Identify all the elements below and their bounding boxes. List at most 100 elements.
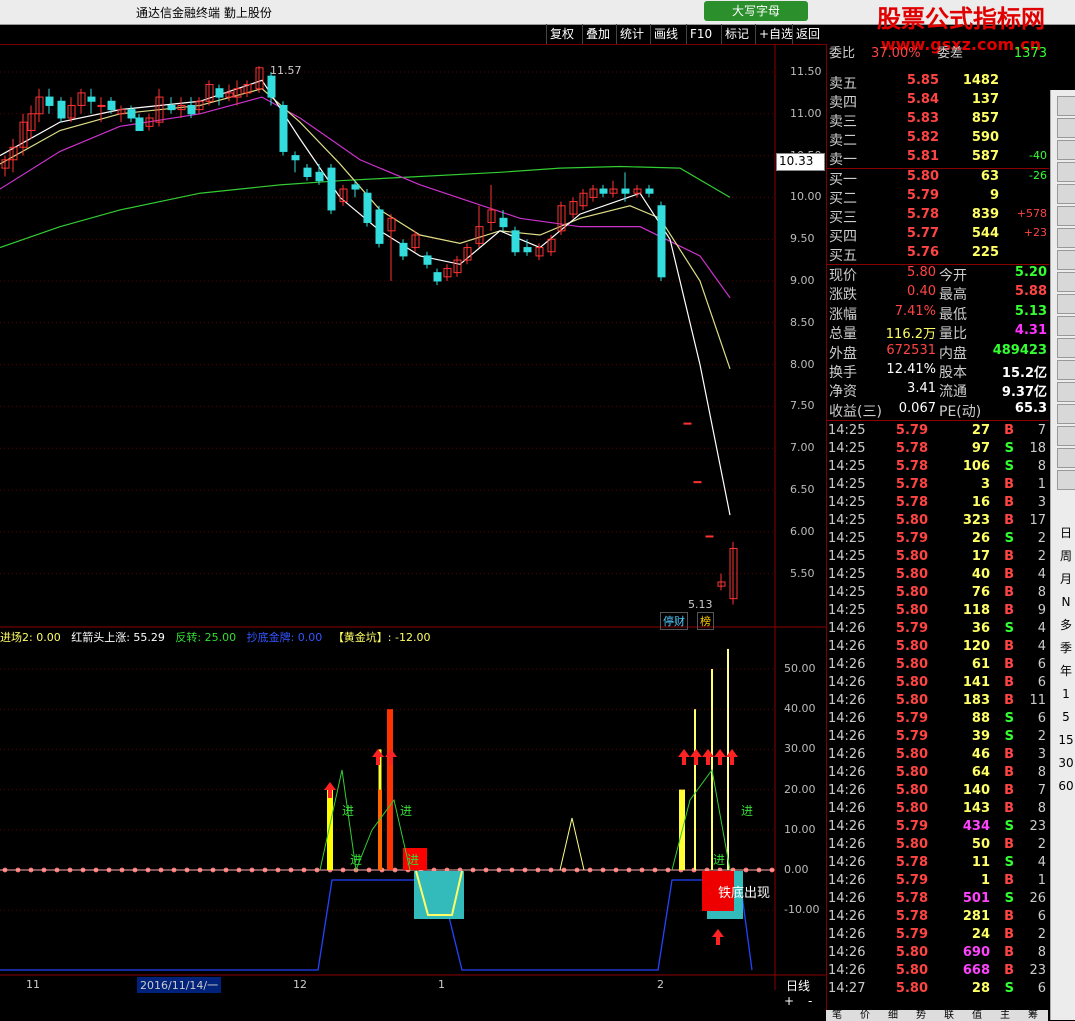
date-label-11: 11 <box>26 978 40 991</box>
panel-tab-3[interactable]: 势 <box>916 1010 926 1021</box>
tick-row[interactable]: 14:26 5.79 36 S 4 <box>826 621 1048 639</box>
tick-row[interactable]: 14:25 5.80 40 B 4 <box>826 567 1048 585</box>
tick-row[interactable]: 14:25 5.78 106 S 8 <box>826 459 1048 477</box>
sidebar-period-6[interactable]: 年 <box>1057 662 1075 680</box>
zoom-in-button[interactable]: + <box>784 994 794 1008</box>
tick-row[interactable]: 14:26 5.78 281 B 6 <box>826 909 1048 927</box>
zoom-out-button[interactable]: - <box>808 994 812 1008</box>
sidebar-period-8[interactable]: 5 <box>1057 708 1075 726</box>
candle-body <box>315 171 324 182</box>
tick-row[interactable]: 14:25 5.78 3 B 1 <box>826 477 1048 495</box>
tick-row[interactable]: 14:26 5.78 11 S 4 <box>826 855 1048 873</box>
pencil-icon[interactable] <box>1057 426 1075 446</box>
tick-row[interactable]: 14:25 5.80 17 B 2 <box>826 549 1048 567</box>
panel-tab-0[interactable]: 笔 <box>832 1010 842 1021</box>
down-arrow-icon[interactable] <box>1057 118 1075 138</box>
tick-row[interactable]: 14:26 5.80 61 B 6 <box>826 657 1048 675</box>
chart-icon[interactable] <box>1057 96 1075 116</box>
grid-icon[interactable] <box>1057 140 1075 160</box>
price-axis-label: 5.50 <box>790 566 815 580</box>
sidebar-period-5[interactable]: 季 <box>1057 639 1075 657</box>
tick-time: 14:26 <box>828 639 866 654</box>
tick-row[interactable]: 14:26 5.79 1 B 1 <box>826 873 1048 891</box>
tick-volume: 28 <box>971 981 990 996</box>
tick-price: 5.79 <box>895 927 928 942</box>
fiz-icon[interactable] <box>1057 272 1075 292</box>
candle-body <box>57 100 66 119</box>
badge-tingcai[interactable]: 停财 <box>660 612 688 630</box>
tick-row[interactable]: 14:26 5.80 183 B 11 <box>826 693 1048 711</box>
sidebar-period-4[interactable]: 多 <box>1057 616 1075 634</box>
tick-count: 3 <box>1037 747 1046 762</box>
tick-row[interactable]: 14:25 5.80 323 B 17 <box>826 513 1048 531</box>
period-label[interactable]: 日线 <box>786 977 810 994</box>
gear-icon[interactable] <box>1057 294 1075 314</box>
tick-row[interactable]: 14:26 5.79 88 S 6 <box>826 711 1048 729</box>
buy-volume: 544 <box>971 226 999 241</box>
rsi-icon[interactable] <box>1057 360 1075 380</box>
tick-row[interactable]: 14:26 5.80 143 B 8 <box>826 801 1048 819</box>
fs-icon[interactable] <box>1057 448 1075 468</box>
stat-label: 换手 <box>829 365 857 381</box>
fund-icon[interactable] <box>1057 250 1075 270</box>
sidebar-period-11[interactable]: 60 <box>1057 777 1075 795</box>
tick-count: 11 <box>1029 693 1046 708</box>
tick-count: 2 <box>1037 729 1046 744</box>
panel-tab-2[interactable]: 细 <box>888 1010 898 1021</box>
tick-volume: 61 <box>971 657 990 672</box>
sidebar-period-2[interactable]: 月 <box>1057 570 1075 588</box>
tick-row[interactable]: 14:25 5.80 76 B 8 <box>826 585 1048 603</box>
panel-tab-4[interactable]: 联 <box>944 1010 954 1021</box>
tick-row[interactable]: 14:26 5.80 140 B 7 <box>826 783 1048 801</box>
circle-icon[interactable] <box>1057 316 1075 336</box>
tick-row[interactable]: 14:26 5.80 690 B 8 <box>826 945 1048 963</box>
tick-row[interactable]: 14:26 5.80 64 B 8 <box>826 765 1048 783</box>
badge-bang[interactable]: 榜 <box>697 612 714 630</box>
tick-count: 6 <box>1037 981 1046 996</box>
sidebar-period-0[interactable]: 日 <box>1057 524 1075 542</box>
sidebar-period-9[interactable]: 15 <box>1057 731 1075 749</box>
sidebar-period-7[interactable]: 1 <box>1057 685 1075 703</box>
f-icon[interactable] <box>1057 228 1075 248</box>
sidebar-period-3[interactable]: N <box>1057 593 1075 611</box>
tick-count: 7 <box>1037 423 1046 438</box>
tick-row[interactable]: 14:27 5.80 28 S 6 <box>826 981 1048 999</box>
tick-time: 14:25 <box>828 549 866 564</box>
tick-side: B <box>1004 783 1014 798</box>
panel-tab-7[interactable]: 筹 <box>1028 1010 1038 1021</box>
table-icon[interactable] <box>1057 162 1075 182</box>
tick-row[interactable]: 14:26 5.80 141 B 6 <box>826 675 1048 693</box>
tick-row[interactable]: 14:26 5.78 501 S 26 <box>826 891 1048 909</box>
tick-count: 8 <box>1037 801 1046 816</box>
ticket-icon[interactable] <box>1057 206 1075 226</box>
tick-row[interactable]: 14:26 5.79 39 S 2 <box>826 729 1048 747</box>
tick-row[interactable]: 14:26 5.80 668 B 23 <box>826 963 1048 981</box>
buy-volume: 839 <box>971 207 999 222</box>
dollar-icon[interactable] <box>1057 382 1075 402</box>
tick-row[interactable]: 14:26 5.80 120 B 4 <box>826 639 1048 657</box>
tick-row[interactable]: 14:26 5.79 24 B 2 <box>826 927 1048 945</box>
sidebar-period-1[interactable]: 周 <box>1057 547 1075 565</box>
tick-row[interactable]: 14:25 5.78 97 S 18 <box>826 441 1048 459</box>
panel-tab-5[interactable]: 值 <box>972 1010 982 1021</box>
tick-row[interactable]: 14:26 5.79 434 S 23 <box>826 819 1048 837</box>
tick-volume: 118 <box>962 603 990 618</box>
tick-row[interactable]: 14:25 5.79 26 S 2 <box>826 531 1048 549</box>
panel-tab-1[interactable]: 价 <box>860 1010 870 1021</box>
price-axis-label: 6.50 <box>790 483 815 496</box>
list-icon[interactable] <box>1057 184 1075 204</box>
tick-count: 23 <box>1029 963 1046 978</box>
indicator-plot <box>0 648 775 971</box>
sidebar-period-10[interactable]: 30 <box>1057 754 1075 772</box>
tick-row[interactable]: 14:25 5.80 118 B 9 <box>826 603 1048 621</box>
panel-tab-6[interactable]: 主 <box>1000 1010 1010 1021</box>
tick-row[interactable]: 14:26 5.80 50 B 2 <box>826 837 1048 855</box>
tick-side: B <box>1004 423 1014 438</box>
tick-row[interactable]: 14:26 5.80 46 B 3 <box>826 747 1048 765</box>
recycle-icon[interactable] <box>1057 470 1075 490</box>
tick-count: 1 <box>1037 873 1046 888</box>
wave-icon[interactable] <box>1057 338 1075 358</box>
move-icon[interactable] <box>1057 404 1075 424</box>
tick-row[interactable]: 14:25 5.79 27 B 7 <box>826 423 1048 441</box>
tick-row[interactable]: 14:25 5.78 16 B 3 <box>826 495 1048 513</box>
